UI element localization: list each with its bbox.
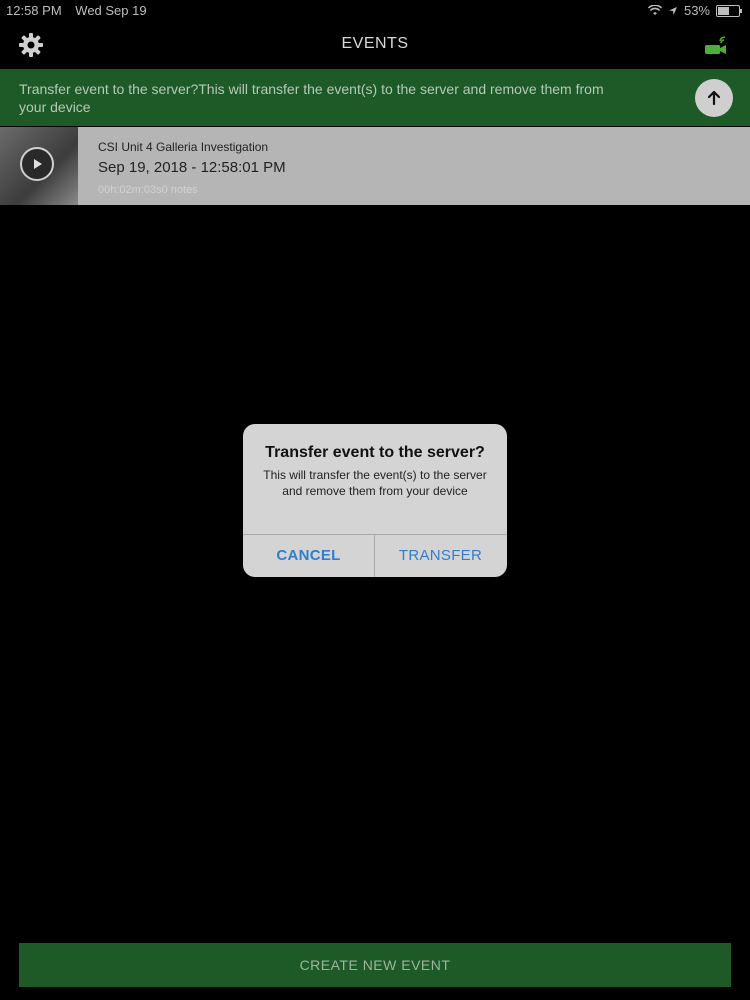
event-thumbnail [0, 127, 78, 205]
status-left: 12:58 PM Wed Sep 19 [6, 3, 157, 18]
cancel-button[interactable]: CANCEL [243, 535, 374, 577]
status-time: 12:58 PM [6, 3, 62, 18]
play-button[interactable] [20, 147, 54, 181]
location-icon [668, 6, 677, 15]
battery-percent: 53% [683, 3, 710, 18]
status-right: 53% [647, 3, 742, 18]
arrow-up-icon [707, 90, 721, 106]
transfer-alert-dialog: Transfer event to the server? This will … [243, 424, 507, 577]
battery-fill [718, 6, 729, 15]
status-date: Wed Sep 19 [75, 3, 147, 18]
nav-bar: EVENTS [0, 22, 750, 68]
alert-title: Transfer event to the server? [265, 444, 485, 461]
transfer-button[interactable]: TRANSFER [375, 535, 506, 577]
list-item[interactable]: CSI Unit 4 Galleria Investigation Sep 19… [0, 127, 750, 205]
upload-button[interactable] [695, 79, 733, 117]
create-new-event-button[interactable]: CREATE NEW EVENT [19, 943, 731, 987]
event-date: Sep 19, 2018 - 12:58:01 PM [98, 159, 286, 176]
play-icon [34, 159, 42, 169]
camera-connected-icon[interactable] [702, 34, 732, 56]
event-duration-notes: 00h:02m:03s0 notes [98, 184, 198, 196]
status-bar: 12:58 PM Wed Sep 19 53% [0, 0, 750, 22]
page-title: EVENTS [341, 35, 409, 52]
wifi-icon [647, 5, 662, 15]
transfer-banner: Transfer event to the server?This will t… [0, 69, 750, 126]
alert-message: This will transfer the event(s) to the s… [263, 468, 487, 498]
event-title: CSI Unit 4 Galleria Investigation [98, 140, 269, 154]
battery-icon [716, 4, 742, 17]
banner-message: Transfer event to the server?This will t… [19, 81, 604, 115]
